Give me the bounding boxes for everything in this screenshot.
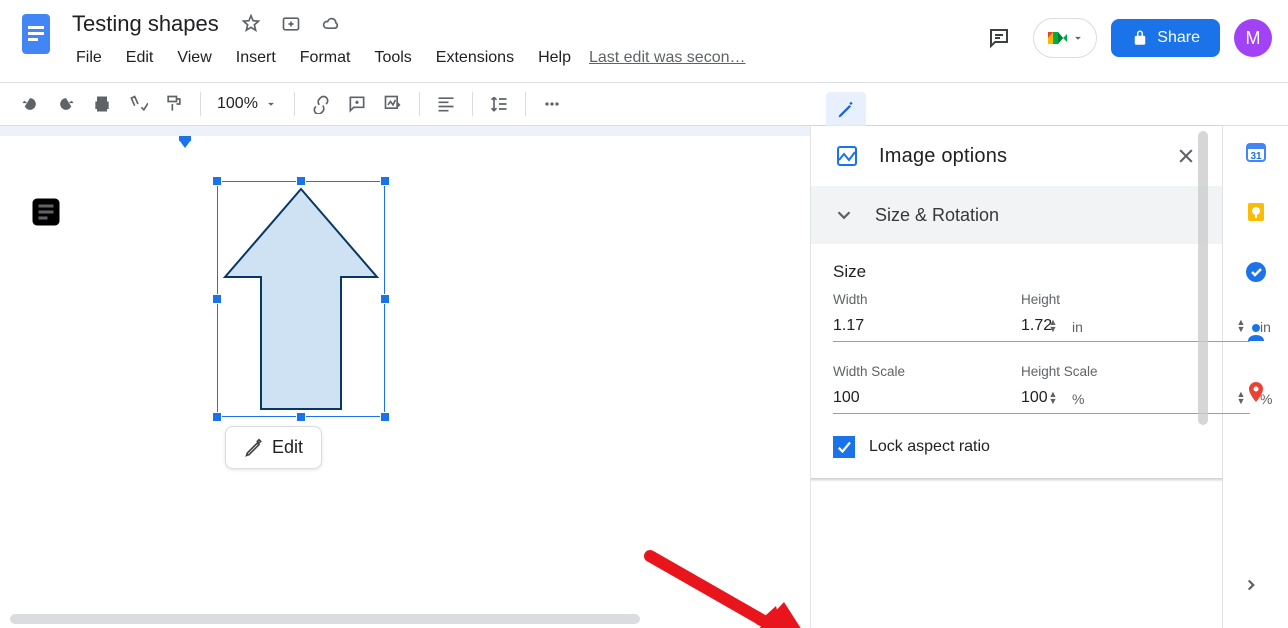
resize-handle-nw[interactable] [212, 176, 222, 186]
share-label: Share [1157, 29, 1200, 47]
height-label: Height [1021, 292, 1181, 307]
calendar-icon[interactable]: 31 [1242, 138, 1270, 166]
tasks-icon[interactable] [1242, 258, 1270, 286]
spellcheck-icon[interactable] [120, 86, 156, 122]
resize-handle-sw[interactable] [212, 412, 222, 422]
show-side-panel-icon[interactable] [1234, 568, 1268, 602]
meet-button[interactable] [1033, 18, 1097, 58]
keep-icon[interactable] [1242, 198, 1270, 226]
document-title[interactable]: Testing shapes [66, 9, 225, 39]
edit-label: Edit [272, 437, 303, 458]
edit-button[interactable]: Edit [225, 426, 322, 469]
svg-text:31: 31 [1250, 151, 1262, 162]
image-options-icon [833, 142, 861, 170]
unit-pct: % [1260, 391, 1272, 407]
image-icon[interactable] [375, 86, 411, 122]
lock-aspect-checkbox[interactable] [833, 436, 855, 458]
redo-icon[interactable] [48, 86, 84, 122]
cloud-status-icon[interactable] [317, 10, 345, 38]
checkmark-icon [835, 438, 853, 456]
section-title: Size & Rotation [875, 205, 999, 226]
close-icon[interactable] [1172, 142, 1200, 170]
undo-icon[interactable] [12, 86, 48, 122]
size-label: Size [833, 262, 1200, 282]
zoom-select[interactable]: 100% [209, 95, 286, 113]
resize-handle-n[interactable] [296, 176, 306, 186]
share-button[interactable]: Share [1111, 19, 1220, 57]
pencil-icon [244, 438, 264, 458]
chevron-down-icon [264, 97, 278, 111]
height-scale-input[interactable] [1021, 389, 1228, 407]
docs-logo[interactable] [16, 8, 56, 60]
last-edit-link[interactable]: Last edit was secon… [589, 49, 746, 67]
star-icon[interactable] [237, 10, 265, 38]
main-menu: File Edit View Insert Format Tools Exten… [66, 42, 979, 74]
menu-extensions[interactable]: Extensions [426, 45, 524, 71]
comments-icon[interactable] [979, 18, 1019, 58]
indent-marker-icon[interactable] [175, 136, 195, 148]
menu-help[interactable]: Help [528, 45, 581, 71]
panel-title: Image options [879, 145, 1154, 168]
unit-in: in [1260, 319, 1271, 335]
line-spacing-icon[interactable] [481, 86, 517, 122]
menu-tools[interactable]: Tools [364, 45, 421, 71]
resize-handle-ne[interactable] [380, 176, 390, 186]
menu-view[interactable]: View [167, 45, 221, 71]
resize-handle-e[interactable] [380, 294, 390, 304]
move-icon[interactable] [277, 10, 305, 38]
annotation-arrow-icon [640, 466, 810, 628]
lock-aspect-label: Lock aspect ratio [869, 438, 990, 456]
height-input[interactable] [1021, 317, 1228, 335]
width-scale-label: Width Scale [833, 364, 993, 379]
height-scale-label: Height Scale [1021, 364, 1181, 379]
print-icon[interactable] [84, 86, 120, 122]
resize-handle-w[interactable] [212, 294, 222, 304]
height-down[interactable]: ▼ [1232, 326, 1250, 333]
width-label: Width [833, 292, 993, 307]
pencil-icon [836, 100, 856, 120]
right-sidebar: 31 [1222, 126, 1288, 628]
width-input[interactable] [833, 317, 1040, 335]
link-icon[interactable] [303, 86, 339, 122]
editing-mode-button[interactable] [826, 92, 866, 128]
menu-file[interactable]: File [66, 45, 112, 71]
paint-format-icon[interactable] [156, 86, 192, 122]
outline-icon[interactable] [28, 194, 64, 230]
section-size-rotation[interactable]: Size & Rotation [811, 186, 1222, 244]
menu-insert[interactable]: Insert [226, 45, 286, 71]
menu-format[interactable]: Format [290, 45, 361, 71]
resize-handle-s[interactable] [296, 412, 306, 422]
lock-icon [1131, 29, 1149, 47]
more-icon[interactable] [534, 86, 570, 122]
chevron-down-icon [833, 204, 855, 226]
menu-edit[interactable]: Edit [116, 45, 164, 71]
horizontal-scrollbar[interactable] [10, 614, 640, 624]
hscale-down[interactable]: ▼ [1232, 398, 1250, 405]
image-options-panel: Image options Size & Rotation Size Width… [810, 126, 1222, 628]
resize-handle-se[interactable] [380, 412, 390, 422]
zoom-value: 100% [217, 95, 258, 113]
align-icon[interactable] [428, 86, 464, 122]
avatar[interactable]: M [1234, 19, 1272, 57]
comment-add-icon[interactable] [339, 86, 375, 122]
width-scale-input[interactable] [833, 389, 1040, 407]
vertical-scrollbar[interactable] [1198, 131, 1208, 425]
selected-shape[interactable] [217, 181, 385, 417]
